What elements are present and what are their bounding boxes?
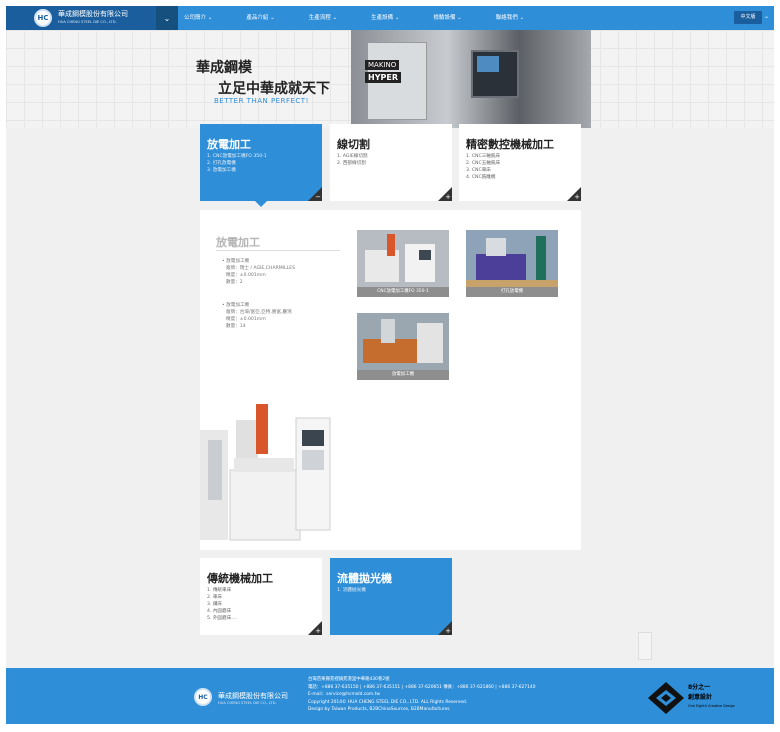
card-title: 流體拋光機 [337, 572, 392, 585]
footer-copyright: Copyright 2014© HUA CHENG STEEL DIE CO.,… [308, 699, 468, 705]
spec-block-2: • 放電加工機 廠牌：台灣/富亞,亞特,勝富,慶鴻 精度：±0.001mm 數量… [222, 302, 292, 330]
spec-line: 精度：±0.001mm [226, 273, 266, 278]
card-item-list: 1. CNC放電加工機FO 350-1 2. 打孔放電機 3. 放電加工機 [207, 153, 267, 174]
spec-line: • 放電加工機 [222, 303, 250, 308]
machine-model-label: HYPER [365, 72, 401, 83]
plus-icon[interactable]: + [445, 628, 451, 635]
plus-icon[interactable]: + [574, 194, 580, 201]
nav-item-about[interactable]: 公司簡介 ⌄ [184, 6, 212, 30]
spec-line: 廠牌：台灣/富亞,亞特,勝富,慶鴻 [226, 310, 292, 315]
card-item: 1. 流體拋光機 [337, 588, 366, 593]
footer-logo-icon: HC [194, 688, 212, 706]
card-wire-cut[interactable]: 線切割 1. AGIE線切割 2. 西部線切割 + [330, 124, 452, 201]
card-title: 精密數控機械加工 [466, 138, 554, 151]
plus-icon[interactable]: + [445, 194, 451, 201]
card-item: 5. 外圓磨床.... [207, 616, 238, 621]
spec-line: 廠牌：瑞士 / AGIE,CHARMILLES [226, 266, 296, 271]
nav-item-process[interactable]: 生產流程 ⌄ [309, 6, 337, 30]
designer-logo[interactable]: 8分之一 創意設計 One Eighth Creative Design [646, 680, 736, 718]
designer-name-line1: 8分之一 [688, 684, 711, 691]
site-logo[interactable]: HC 華成鋼模股份有限公司 HUA CHENG STEEL DIE CO., L… [6, 6, 156, 30]
designer-name-english: One Eighth Creative Design [688, 704, 735, 708]
chevron-down-icon[interactable]: ⌄ [764, 13, 769, 20]
hero-machine-image: MAKINO HYPER [351, 30, 591, 128]
active-card-pointer [255, 201, 267, 207]
card-item-list: 1. AGIE線切割 2. 西部線切割 [337, 153, 368, 167]
card-cnc-machining[interactable]: 精密數控機械加工 1. CNC三軸銑床 2. CNC五軸銑床 3. CNC車床 … [459, 124, 581, 201]
card-edm[interactable]: 放電加工 1. CNC放電加工機FO 350-1 2. 打孔放電機 3. 放電加… [200, 124, 322, 201]
machine-brand-label: MAKINO [365, 60, 400, 70]
thumbnail-edm[interactable]: 放電加工機 [357, 313, 449, 382]
card-item: 4. 內圓磨床 [207, 609, 232, 614]
chevron-down-icon[interactable]: ⌄ [156, 6, 178, 30]
thumbnail-caption: 放電加工機 [357, 370, 449, 380]
hero-title: 華成鋼模 [196, 60, 252, 76]
site-footer: HC 華成鋼模股份有限公司 HUA CHENG STEEL DIE CO., L… [6, 668, 774, 724]
footer-phone: 電話：+886 37-635150 | +886 37-635151 | +88… [308, 684, 536, 690]
spec-line: • 放電加工機 [222, 259, 250, 264]
thumbnail-image [357, 313, 449, 370]
card-item: 3. CNC車床 [466, 168, 491, 173]
main-nav: 公司簡介 ⌄ 產品介紹 ⌄ 生產流程 ⌄ 生產設備 ⌄ 檢驗設備 ⌄ 聯絡我們 … [184, 6, 558, 30]
hero-banner: MAKINO HYPER 華成鋼模 立足中華成就天下 BETTER THAN P… [6, 30, 774, 128]
card-title: 放電加工 [207, 138, 251, 151]
detail-panel: 放電加工 • 放電加工機 廠牌：瑞士 / AGIE,CHARMILLES 精度：… [200, 210, 581, 550]
spec-line: 精度：±0.001mm [226, 317, 266, 322]
plus-icon[interactable]: + [315, 628, 321, 635]
spec-block-1: • 放電加工機 廠牌：瑞士 / AGIE,CHARMILLES 精度：±0.00… [222, 258, 295, 286]
company-english-name: HUA CHENG STEEL DIE CO., LTD. [58, 20, 117, 24]
company-logo-icon: HC [34, 9, 52, 27]
hero-subtitle: 立足中華成就天下 [218, 81, 330, 97]
card-title: 線切割 [337, 138, 370, 151]
footer-company-name: 華成鋼模股份有限公司 [218, 692, 288, 700]
card-item: 1. AGIE線切割 [337, 154, 368, 159]
card-item-list: 1. 流體拋光機 [337, 587, 366, 594]
spec-line: 數量：14 [226, 324, 246, 329]
edm-machine-image [200, 400, 332, 550]
footer-design-credit[interactable]: Design by Taiwan Products, B2BChinaSourc… [308, 706, 536, 714]
spec-line: 數量：2 [226, 280, 243, 285]
card-item: 3. 鑽床 [207, 602, 223, 607]
detail-heading: 放電加工 [216, 236, 260, 249]
nav-item-inspection[interactable]: 檢驗設備 ⌄ [433, 6, 461, 30]
card-item: 1. CNC放電加工機FO 350-1 [207, 154, 267, 159]
thumbnail-image [466, 230, 558, 287]
footer-info: 台灣苗栗縣苑裡鎮苑港里中華路430巷2號 電話：+886 37-635150 |… [308, 676, 536, 714]
thumbnail-caption: 打孔放電機 [466, 287, 558, 297]
designer-mark-icon [648, 682, 684, 714]
card-title: 傳統機械加工 [207, 572, 273, 585]
card-item: 2. 打孔放電機 [207, 161, 236, 166]
nav-item-contact[interactable]: 聯絡我們 ⌄ [496, 6, 524, 30]
page: HC 華成鋼模股份有限公司 HUA CHENG STEEL DIE CO., L… [6, 6, 774, 724]
language-selector[interactable]: 中文版 [734, 11, 762, 24]
thumbnail-caption: CNC放電加工機FO 350-1 [357, 287, 449, 297]
card-item: 4. CNC銑雕機 [466, 175, 496, 180]
card-item: 2. 車床 [207, 595, 223, 600]
machine-screen [477, 56, 499, 72]
card-item-list: 1. 傳統車床 2. 車床 3. 鑽床 4. 內圓磨床 5. 外圓磨床.... [207, 587, 237, 622]
footer-company-english: HUA CHENG STEEL DIE CO., LTD. [218, 701, 277, 705]
thumbnail-image [357, 230, 449, 287]
company-name: 華成鋼模股份有限公司 [58, 10, 128, 18]
divider [216, 250, 340, 251]
scroll-to-top-button[interactable] [638, 632, 652, 660]
card-item-list: 1. CNC三軸銑床 2. CNC五軸銑床 3. CNC車床 4. CNC銑雕機 [466, 153, 500, 181]
card-item: 2. 西部線切割 [337, 161, 366, 166]
thumbnail-drill-edm[interactable]: 打孔放電機 [466, 230, 558, 299]
card-item: 2. CNC五軸銑床 [466, 161, 501, 166]
card-item: 3. 放電加工機 [207, 168, 236, 173]
nav-item-equipment[interactable]: 生產設備 ⌄ [371, 6, 399, 30]
minus-icon[interactable]: − [315, 194, 321, 201]
thumbnail-cnc-edm[interactable]: CNC放電加工機FO 350-1 [357, 230, 449, 299]
card-item: 1. CNC三軸銑床 [466, 154, 501, 159]
designer-name-line2: 創意設計 [688, 694, 713, 701]
top-navigation-bar: HC 華成鋼模股份有限公司 HUA CHENG STEEL DIE CO., L… [6, 6, 774, 30]
footer-email[interactable]: E-mail：service@hcmold.com.tw [308, 691, 536, 699]
card-item: 1. 傳統車床 [207, 588, 232, 593]
footer-address: 台灣苗栗縣苑裡鎮苑港里中華路430巷2號 [308, 677, 390, 682]
card-traditional-machining[interactable]: 傳統機械加工 1. 傳統車床 2. 車床 3. 鑽床 4. 內圓磨床 5. 外圓… [200, 558, 322, 635]
nav-item-products[interactable]: 產品介紹 ⌄ [246, 6, 274, 30]
card-fluid-polishing[interactable]: 流體拋光機 1. 流體拋光機 + [330, 558, 452, 635]
hero-slogan: BETTER THAN PERFECT! [214, 97, 309, 105]
